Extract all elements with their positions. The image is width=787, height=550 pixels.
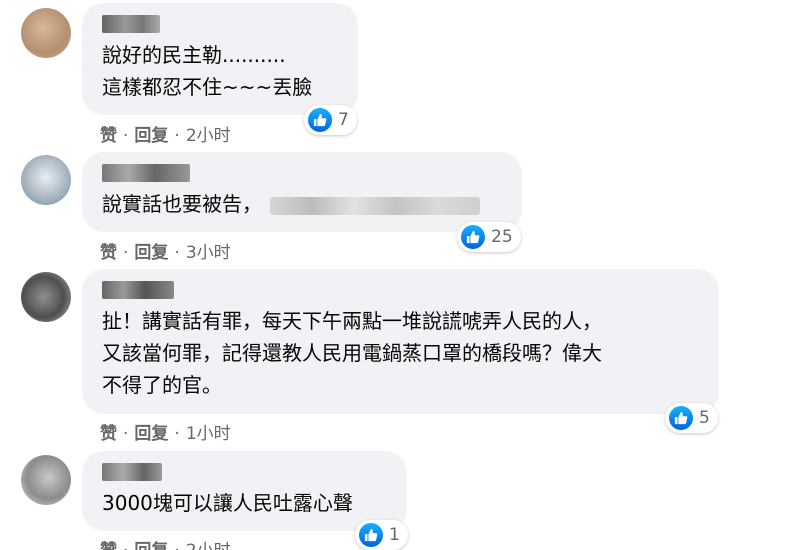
reaction-count[interactable]: 1: [355, 520, 408, 550]
reaction-number: 7: [338, 110, 349, 130]
comment-bubble: 說實話也要被告，: [82, 152, 522, 232]
avatar[interactable]: [21, 155, 71, 205]
comment-text: 扯！講實話有罪，每天下午兩點一堆說謊唬弄人民的人， 又該當何罪，記得還教人民用電…: [102, 309, 602, 397]
comment-time[interactable]: 1小时: [186, 424, 231, 444]
like-button[interactable]: 赞: [100, 126, 117, 146]
comment-actions: 赞·回复·2小时: [100, 126, 231, 146]
reaction-count[interactable]: 5: [665, 403, 718, 433]
redacted-text: [270, 196, 480, 215]
like-icon: [669, 406, 693, 430]
avatar[interactable]: [21, 272, 71, 322]
comment-time[interactable]: 2小时: [186, 541, 231, 550]
reaction-count[interactable]: 7: [304, 105, 357, 135]
avatar[interactable]: [21, 8, 71, 58]
like-button[interactable]: 赞: [100, 243, 117, 263]
comment-text: 3000塊可以讓人民吐露心聲: [102, 491, 353, 515]
comment-bubble: 扯！講實話有罪，每天下午兩點一堆說謊唬弄人民的人， 又該當何罪，記得還教人民用電…: [82, 269, 719, 414]
comment-actions: 赞 · 回复 · 3小时: [100, 243, 231, 263]
like-icon: [359, 523, 383, 547]
avatar[interactable]: [21, 455, 71, 505]
like-button[interactable]: 赞: [100, 424, 117, 444]
comment-text: 說好的民主勒.......... 這樣都忍不住~~~丟臉: [102, 43, 313, 99]
comment-author[interactable]: [102, 15, 160, 33]
reply-button[interactable]: 回复: [134, 126, 168, 146]
reaction-number: 5: [699, 408, 710, 428]
reply-button[interactable]: 回复: [134, 424, 168, 444]
like-icon: [308, 108, 332, 132]
comment-actions: 赞·回复·2小时: [100, 536, 231, 550]
comment-bubble: 說好的民主勒.......... 這樣都忍不住~~~丟臉: [82, 3, 358, 115]
comment-author[interactable]: [102, 164, 190, 182]
comment-time[interactable]: 3小时: [186, 243, 231, 263]
reaction-number: 1: [389, 525, 400, 545]
like-button[interactable]: 赞: [100, 541, 117, 550]
comment-bubble: 3000塊可以讓人民吐露心聲: [82, 451, 407, 531]
reaction-number: 25: [491, 227, 513, 247]
like-icon: [461, 225, 485, 249]
comment-time[interactable]: 2小时: [186, 126, 231, 146]
comment-text: 說實話也要被告，: [102, 188, 504, 220]
reaction-count[interactable]: 25: [457, 222, 521, 252]
reply-button[interactable]: 回复: [134, 243, 168, 263]
reply-button[interactable]: 回复: [134, 541, 168, 550]
comment-thread: 說好的民主勒.......... 這樣都忍不住~~~丟臉 7 赞 · 回复 · 2小时 …: [0, 0, 787, 550]
comment-author[interactable]: [102, 463, 162, 481]
comment-author[interactable]: [102, 281, 174, 299]
comment-actions: 赞 · 回复 · 1小时: [100, 424, 231, 444]
